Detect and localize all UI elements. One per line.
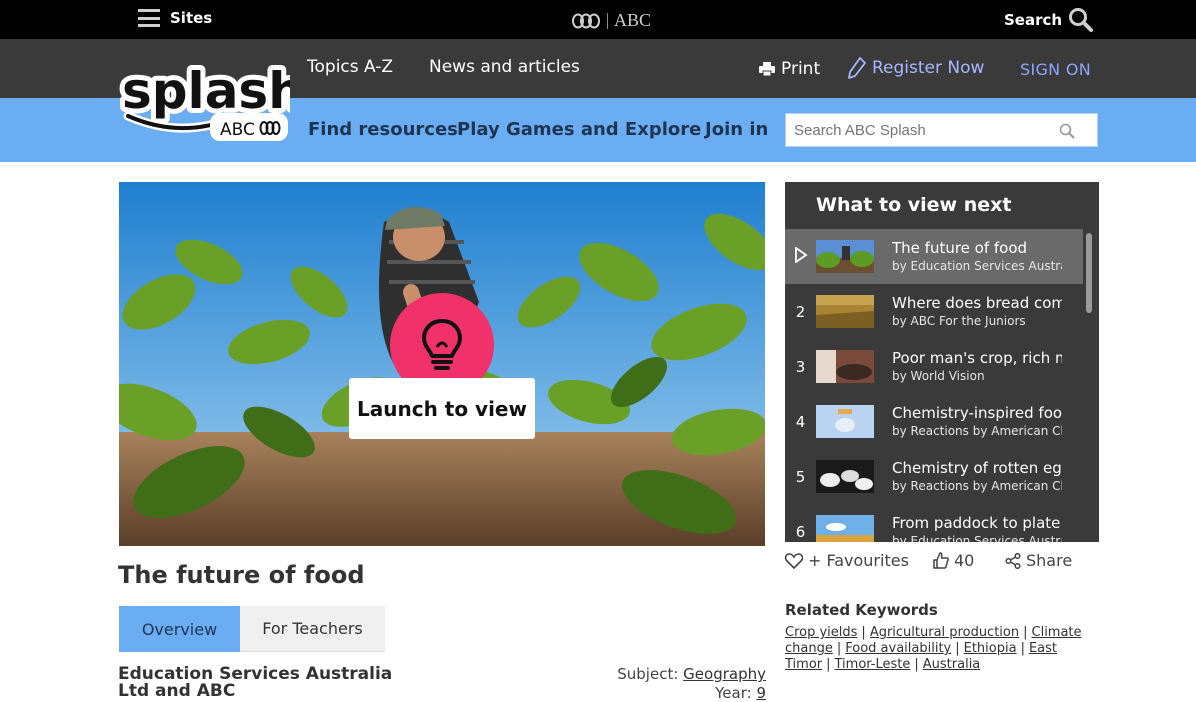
thumbnail	[816, 515, 874, 542]
resource-title: The future of food	[118, 561, 365, 589]
register-now-link[interactable]: Register Now	[848, 57, 984, 79]
item-number: 5	[795, 467, 806, 486]
nav-topics-az[interactable]: Topics A-Z	[307, 57, 393, 77]
like-button[interactable]: 40	[933, 551, 974, 570]
view-next-list: The future of food by Education Services…	[785, 229, 1083, 542]
item-number: 4	[795, 412, 806, 431]
abc-logo-text: ABC	[614, 10, 652, 30]
lightbulb-icon	[422, 319, 462, 370]
view-next-item[interactable]: 5 Chemistry of rotten eggs by Reactions …	[785, 449, 1083, 504]
search-icon[interactable]	[1059, 123, 1075, 139]
hero-video-still[interactable]: Launch to view	[119, 182, 765, 546]
nav-find-resources[interactable]: Find resources	[308, 119, 458, 140]
keyword-link[interactable]: Food availability	[845, 641, 951, 656]
thumbnail	[816, 350, 874, 383]
nav-news-articles[interactable]: News and articles	[429, 57, 580, 77]
view-next-item[interactable]: 3 Poor man's crop, rich man's food by Wo…	[785, 339, 1083, 394]
view-next-title: From paddock to plate	[892, 514, 1061, 532]
like-count: 40	[954, 551, 975, 570]
favourites-label: + Favourites	[808, 551, 909, 570]
item-number: 3	[795, 357, 806, 376]
view-next-title: Chemistry-inspired food	[892, 404, 1062, 422]
search-icon	[1069, 8, 1094, 32]
view-next-author: by Reactions by American Chemical Societ…	[892, 424, 1062, 438]
splash-logo-abc: ABC	[220, 120, 255, 140]
item-number: 6	[795, 522, 806, 541]
view-next-author: by Education Services Australia	[892, 534, 1062, 542]
year-link[interactable]: 9	[756, 684, 766, 702]
thumbnail	[816, 460, 874, 493]
launch-to-view-button[interactable]: Launch to view	[349, 378, 535, 439]
keyword-link[interactable]: Timor-Leste	[835, 657, 911, 672]
splash-logo-word: splash	[122, 62, 290, 120]
pencil-icon	[848, 57, 866, 79]
year-row: Year: 9	[560, 684, 766, 702]
view-next-item[interactable]: 6 From paddock to plate by Education Ser…	[785, 504, 1083, 542]
tab-overview[interactable]: Overview	[119, 606, 240, 652]
share-button[interactable]: Share	[1005, 551, 1072, 570]
printer-icon	[759, 62, 775, 76]
sign-on-link[interactable]: SIGN ON	[1020, 60, 1091, 79]
view-next-author: by World Vision	[892, 369, 985, 383]
scrollbar-thumb[interactable]	[1086, 233, 1092, 313]
print-button[interactable]: Print	[759, 59, 820, 79]
view-next-item[interactable]: 4 Chemistry-inspired food by Reactions b…	[785, 394, 1083, 449]
thumbnail	[816, 405, 874, 438]
abc-lissajous-icon	[572, 13, 600, 28]
subject-row: Subject: Geography	[560, 665, 766, 684]
view-next-item[interactable]: 2 Where does bread come from? by ABC For…	[785, 284, 1083, 339]
resource-actions: + Favourites 40 Share	[785, 551, 1099, 573]
view-next-title: Poor man's crop, rich man's food	[892, 349, 1062, 367]
keyword-link[interactable]: Australia	[923, 657, 981, 672]
abc-logo[interactable]: ABC	[571, 10, 651, 31]
sites-label: Sites	[170, 9, 213, 27]
tab-for-teachers[interactable]: For Teachers	[240, 606, 385, 652]
share-label: Share	[1026, 551, 1073, 570]
subject-label: Subject:	[617, 665, 679, 683]
view-next-scrollbar[interactable]	[1083, 229, 1099, 542]
item-number: 2	[795, 302, 806, 321]
splash-logo[interactable]: splash splash ABC	[117, 57, 309, 142]
print-label: Print	[781, 59, 821, 79]
register-label: Register Now	[872, 58, 985, 78]
publisher-name: Education Services Australia Ltd and ABC	[118, 664, 393, 701]
related-keywords-list: Crop yields | Agricultural production | Clim…	[785, 625, 1082, 672]
search-label: Search	[1004, 11, 1063, 29]
favourites-button[interactable]: + Favourites	[785, 551, 909, 570]
thumbnail	[816, 295, 874, 328]
subject-link[interactable]: Geography	[683, 665, 766, 683]
play-icon	[785, 245, 816, 267]
keyword-link[interactable]: Ethiopia	[964, 641, 1017, 656]
view-next-title: The future of food	[892, 239, 1028, 257]
view-next-item[interactable]: The future of food by Education Services…	[785, 229, 1083, 284]
splash-search-box	[785, 113, 1098, 147]
heart-icon	[785, 552, 803, 569]
thumbnail	[816, 240, 874, 273]
what-to-view-next-panel: What to view next The future of food by …	[785, 182, 1099, 542]
view-next-title: Chemistry of rotten eggs	[892, 459, 1062, 477]
view-next-author: by Education Services Australia Ltd	[892, 259, 1062, 273]
sites-menu-button[interactable]: Sites	[138, 9, 212, 27]
view-next-author: by ABC For the Juniors	[892, 314, 1026, 328]
resource-meta: Subject: Geography Year: 9	[560, 665, 766, 702]
nav-play-games[interactable]: Play Games and Explore	[457, 119, 701, 140]
keyword-link[interactable]: Crop yields	[785, 625, 857, 640]
view-next-author: by Reactions by American Chemical Societ…	[892, 479, 1062, 493]
resource-tabs: Overview For Teachers	[119, 606, 385, 652]
logo-divider	[607, 12, 608, 29]
view-next-title: Where does bread come from?	[892, 294, 1062, 312]
keyword-link[interactable]: Agricultural production	[870, 625, 1019, 640]
nav-join-in[interactable]: Join in	[705, 119, 768, 140]
top-search-button[interactable]: Search	[1004, 7, 1094, 33]
splash-logo-graphic: splash splash ABC	[117, 57, 309, 141]
abc-top-bar: Sites ABC Search	[0, 0, 1196, 39]
splash-search-input[interactable]	[786, 114, 1056, 146]
view-next-heading: What to view next	[816, 194, 1012, 216]
thumbs-up-icon	[933, 552, 949, 569]
related-keywords-heading: Related Keywords	[785, 601, 938, 619]
hamburger-icon	[138, 9, 160, 27]
year-label: Year:	[715, 684, 752, 702]
share-icon	[1005, 552, 1021, 569]
